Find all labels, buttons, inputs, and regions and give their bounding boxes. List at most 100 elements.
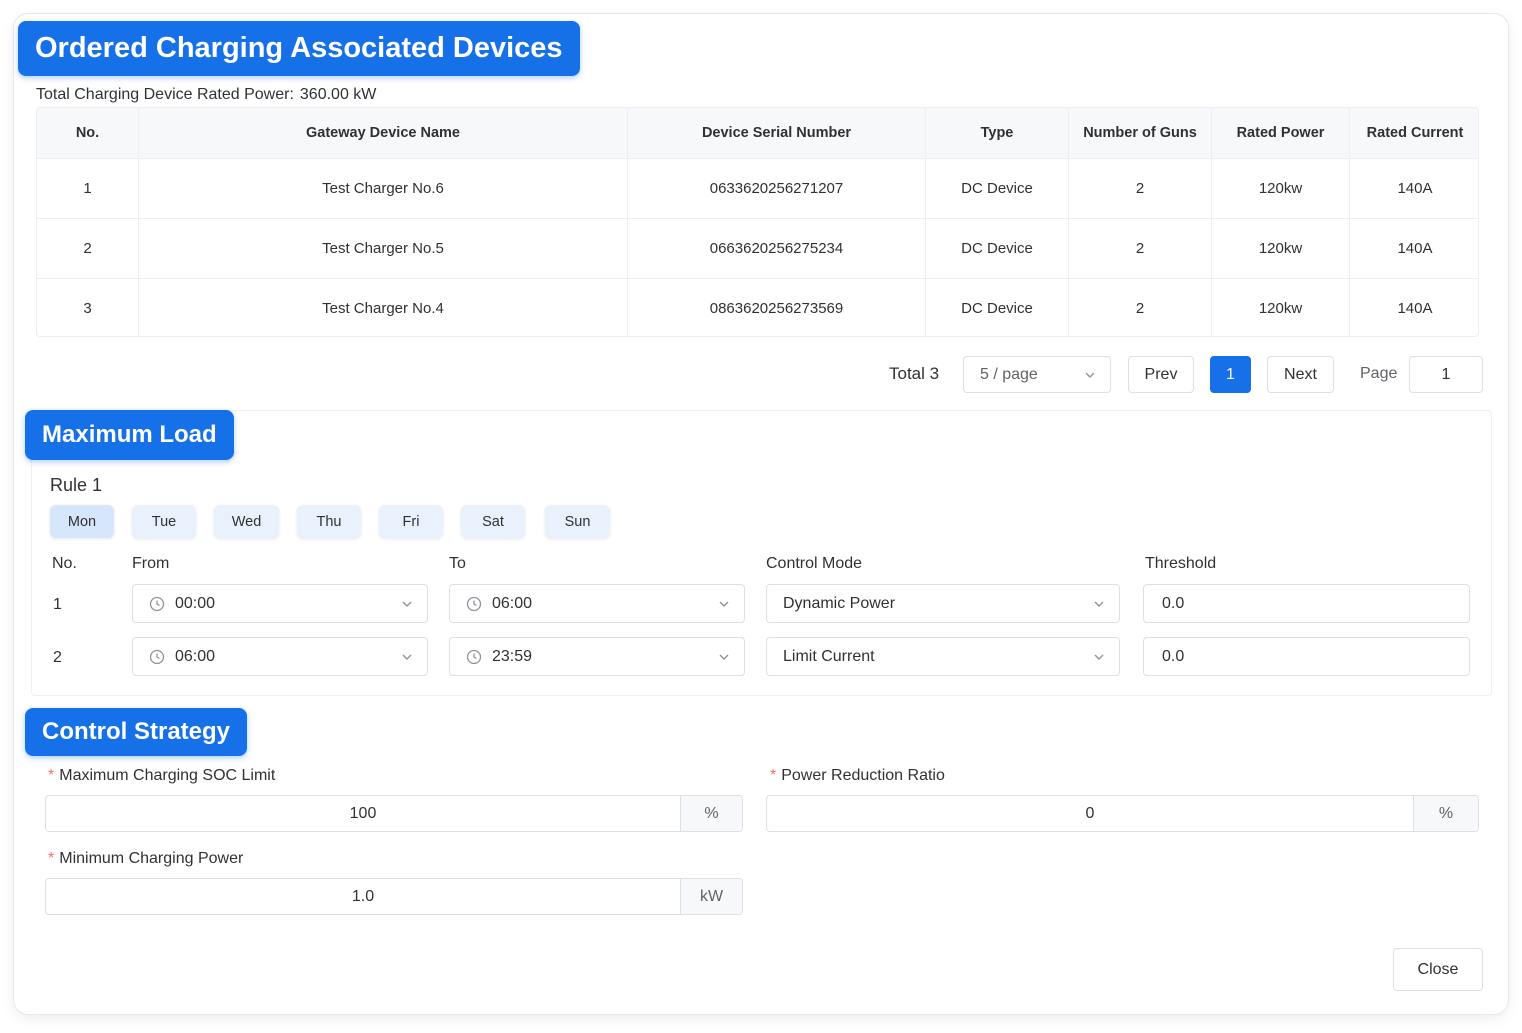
rule-label: Rule 1 (50, 475, 103, 495)
min-power-input[interactable]: 1.0 (46, 879, 680, 914)
col-header-gateway-name: Gateway Device Name (139, 108, 628, 158)
cell-type: DC Device (926, 219, 1069, 278)
cell-guns: 2 (1069, 279, 1212, 336)
table-row: 3 Test Charger No.4 0863620256273569 DC … (37, 278, 1478, 336)
table-row: 1 Test Charger No.6 0633620256271207 DC … (37, 158, 1478, 218)
pagination-total: Total 3 (889, 364, 940, 383)
control-strategy-title: Control Strategy (25, 708, 248, 756)
total-rated-power: Total Charging Device Rated Power: 360.0… (36, 86, 376, 104)
power-reduction-input[interactable]: 0 (767, 796, 1413, 831)
to-time-select[interactable]: 06:00 (449, 584, 745, 623)
required-mark: * (48, 767, 55, 784)
cell-guns: 2 (1069, 159, 1212, 218)
col-header-control-mode: Control Mode (766, 555, 863, 572)
day-chip-mon[interactable]: Mon (50, 505, 114, 538)
soc-limit-field[interactable]: 100 % (45, 795, 743, 832)
chevron-down-icon (719, 601, 729, 607)
cell-no: 1 (37, 159, 139, 218)
required-mark: * (48, 850, 55, 867)
col-header-threshold: Threshold (1145, 555, 1217, 572)
cell-no: 2 (37, 219, 139, 278)
cell-gateway-name: Test Charger No.5 (139, 219, 628, 278)
page-number-1[interactable]: 1 (1210, 356, 1251, 393)
power-reduction-label-text: Power Reduction Ratio (781, 767, 945, 784)
day-chip-wed[interactable]: Wed (214, 505, 279, 538)
from-time-select[interactable]: 06:00 (132, 637, 428, 676)
day-chip-tue[interactable]: Tue (132, 505, 196, 538)
to-time-value: 23:59 (492, 647, 533, 665)
chevron-down-icon (1094, 601, 1104, 607)
col-header-type: Type (926, 108, 1069, 158)
total-rated-power-value: 360.00 kW (299, 86, 377, 103)
clock-icon (149, 596, 165, 611)
required-mark: * (770, 767, 777, 784)
col-header-to: To (449, 555, 466, 572)
col-header-from: From (132, 555, 170, 572)
soc-limit-label: * Maximum Charging SOC Limit (48, 767, 275, 785)
col-header-serial: Device Serial Number (628, 108, 926, 158)
chevron-down-icon (719, 654, 729, 660)
min-power-field[interactable]: 1.0 kW (45, 878, 743, 915)
day-chip-sun[interactable]: Sun (545, 505, 610, 538)
min-power-unit: kW (680, 879, 742, 914)
col-header-rated-power: Rated Power (1212, 108, 1350, 158)
chevron-down-icon (402, 601, 412, 607)
control-mode-value: Limit Current (783, 647, 875, 665)
cell-rated-current: 140A (1397, 240, 1433, 257)
rule-row-no: 1 (53, 596, 62, 613)
soc-limit-unit: % (680, 796, 742, 831)
day-chip-fri[interactable]: Fri (379, 505, 443, 538)
close-button[interactable]: Close (1393, 948, 1483, 991)
control-mode-select[interactable]: Dynamic Power (766, 584, 1120, 623)
page-jump-label: Page (1360, 365, 1398, 382)
table-row: 2 Test Charger No.5 0663620256275234 DC … (37, 218, 1478, 278)
power-reduction-label: * Power Reduction Ratio (770, 767, 945, 785)
maximum-load-title: Maximum Load (25, 410, 234, 460)
prev-page-button[interactable]: Prev (1128, 356, 1194, 393)
cell-serial: 0633620256271207 (628, 159, 926, 218)
chevron-down-icon (1085, 372, 1095, 378)
control-mode-select[interactable]: Limit Current (766, 637, 1120, 676)
from-time-value: 00:00 (175, 594, 216, 612)
from-time-value: 06:00 (175, 647, 216, 665)
cell-serial: 0863620256273569 (628, 279, 926, 336)
cell-gateway-name: Test Charger No.4 (139, 279, 628, 336)
cell-type: DC Device (926, 159, 1069, 218)
clock-icon (149, 649, 165, 664)
cell-gateway-name: Test Charger No.6 (139, 159, 628, 218)
col-header-no: No. (52, 555, 77, 572)
day-chip-thu[interactable]: Thu (297, 505, 361, 538)
soc-limit-label-text: Maximum Charging SOC Limit (59, 767, 276, 784)
page-size-select[interactable]: 5 / page (963, 356, 1111, 393)
page-jump-input[interactable]: 1 (1409, 356, 1483, 393)
soc-limit-input[interactable]: 100 (46, 796, 680, 831)
power-reduction-unit: % (1413, 796, 1478, 831)
cell-rated-power: 120kw (1212, 279, 1350, 336)
cell-rated-current: 140A (1397, 180, 1433, 197)
col-header-no: No. (37, 108, 139, 158)
control-mode-value: Dynamic Power (783, 594, 896, 612)
cell-guns: 2 (1069, 219, 1212, 278)
rule-row-no: 2 (53, 649, 62, 666)
devices-table: No. Gateway Device Name Device Serial Nu… (36, 107, 1479, 337)
min-power-label-text: Minimum Charging Power (59, 850, 244, 867)
clock-icon (466, 649, 482, 664)
cell-type: DC Device (926, 279, 1069, 336)
power-reduction-field[interactable]: 0 % (766, 795, 1479, 832)
min-power-label: * Minimum Charging Power (48, 850, 243, 868)
col-header-rated-current: Rated Current (1366, 125, 1464, 141)
from-time-select[interactable]: 00:00 (132, 584, 428, 623)
chevron-down-icon (1094, 654, 1104, 660)
threshold-input[interactable]: 0.0 (1143, 584, 1470, 623)
to-time-select[interactable]: 23:59 (449, 637, 745, 676)
page-size-value: 5 / page (980, 365, 1038, 383)
col-header-guns: Number of Guns (1069, 108, 1212, 158)
cell-no: 3 (37, 279, 139, 336)
next-page-button[interactable]: Next (1267, 356, 1334, 393)
cell-serial: 0663620256275234 (628, 219, 926, 278)
threshold-input[interactable]: 0.0 (1143, 637, 1470, 676)
device-dialog: Ordered Charging Associated Devices Tota… (14, 14, 1508, 1014)
clock-icon (466, 596, 482, 611)
day-chip-sat[interactable]: Sat (461, 505, 525, 538)
chevron-down-icon (402, 654, 412, 660)
